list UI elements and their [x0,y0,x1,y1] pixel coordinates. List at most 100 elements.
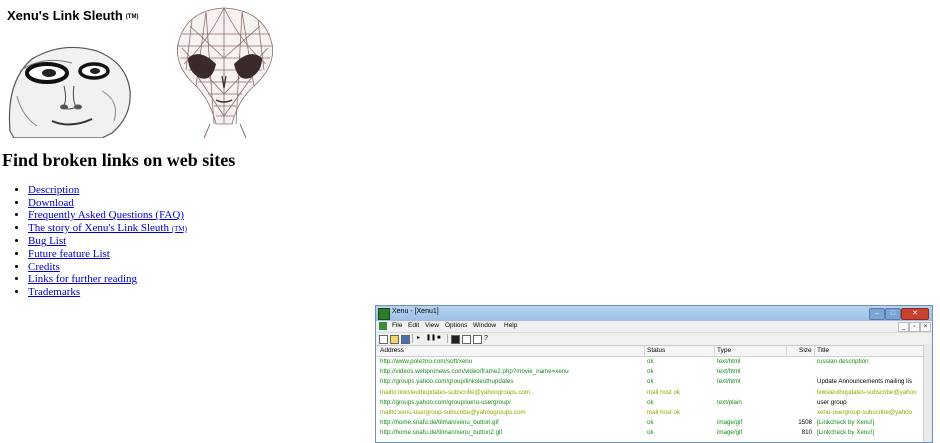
cell-address: http://groups.yahoo.com/group/linksleuth… [380,378,514,386]
nav-link-trademarks[interactable]: Trademarks [28,286,80,298]
cell-status: ok [647,378,654,386]
alien-wireframe-icon [177,7,273,138]
table-row: mailto:xenu-usergroup-subscribe@yahoogro… [376,408,932,418]
menu-options: Options [445,322,468,329]
cell-address: http://www.polezno.com/soft/xenu [380,358,473,365]
nav-link-download[interactable]: Download [28,197,74,209]
cell-size: 810 [801,429,812,437]
cell-address: http://home.snafu.de/tilman/xenu_button2… [380,429,503,437]
grid-header: Address Status Type Size Title [376,346,932,357]
mdi-minimize-icon: _ [898,322,909,332]
logo-trademark: (TM) [125,13,139,20]
nav-link-future-features[interactable]: Future feature List [28,248,110,260]
window-title: Xenu - [Xenu1] [392,308,439,315]
save-icon [401,335,410,344]
list-item: Frequently Asked Questions (FAQ) [28,209,187,222]
cell-type: image/gif [717,429,743,437]
minimize-icon: – [869,308,885,320]
close-icon: ✕ [901,308,929,320]
cell-title: [Linkcheck by Xenu!] [817,429,875,437]
cell-address: mailto:linksleuthupdates-subscribe@yahoo… [380,388,531,396]
help-icon: ? [484,335,488,342]
list-item: Trademarks [28,286,187,299]
cell-status: ok [647,419,654,427]
column-divider [814,346,815,356]
toolbar-separator [447,334,448,343]
window-titlebar: Xenu - [Xenu1] – □ ✕ [376,306,932,321]
open-folder-icon [390,335,399,344]
grid-body: http://www.polezno.com/soft/xenu ok text/h… [376,357,932,439]
nav-list: Description Download Frequently Asked Qu… [10,184,187,298]
page-headline: Find broken links on web sites [2,150,236,170]
list-item: Future feature List [28,248,187,261]
nav-link-story[interactable]: The story of Xenu's Link Sleuth (TM) [28,222,187,234]
cell-type: text/plain [717,398,742,406]
column-header-size: Size [799,347,812,354]
cell-status: ok [647,429,654,437]
column-header-title: Title [817,347,830,354]
cell-status: ok [647,368,654,376]
column-header-address: Address [380,347,404,354]
menu-edit: Edit [408,322,420,329]
table-row: http://home.snafu.de/tilman/xenu_button.… [376,418,932,428]
cell-address: mailto:xenu-usergroup-subscribe@yahoogro… [380,408,526,416]
column-header-type: Type [717,347,732,354]
cell-title: user group [817,398,847,406]
nav-link-story-label: The story of Xenu's Link Sleuth [28,221,169,234]
cell-status: ok [647,358,654,365]
nav-link-credits[interactable]: Credits [28,261,60,273]
menu-file: File [392,322,403,329]
menu-window: Window [473,322,497,329]
cell-title: [Linkcheck by Xenu!] [817,419,875,427]
table-row: mailto:linksleuthupdates-subscribe@yahoo… [376,388,932,398]
list-item: Links for further reading [28,273,187,286]
nav-link-faq[interactable]: Frequently Asked Questions (FAQ) [28,209,184,221]
logo-title-text: Xenu's Link Sleuth [7,8,123,23]
table-row: http://groups.yahoo.com/group/xenu-userg… [376,398,932,408]
nav-link-description[interactable]: Description [28,184,79,196]
table-row: http://videos.webpronews.com/video/frame… [376,367,932,377]
cell-size: 1508 [798,419,812,427]
table-row: http://home.snafu.de/tilman/xenu_button2… [376,428,932,438]
cell-title: russian description [817,358,869,365]
stop-icon: ■ [437,335,441,341]
cell-address: http://home.snafu.de/tilman/xenu_button.… [380,419,499,427]
xenu-app-icon [378,308,390,320]
cell-address: http://groups.yahoo.com/group/xenu-userg… [380,398,511,406]
cell-title: Update Announcements mailing lis [817,378,912,386]
menu-view: View [425,322,439,329]
alien-photo-icon [2,41,148,138]
logo-title: Xenu's Link Sleuth (TM) [7,8,138,23]
pause-icon: ❚❚ [426,335,437,341]
cell-title: linksleuthupdates-subscribe@yahoo [817,388,917,396]
nav-link-bug-list[interactable]: Bug List [28,235,66,247]
cell-type: image/gif [717,419,743,427]
maximize-icon: □ [885,308,901,320]
xenu-screenshot-window: Xenu - [Xenu1] – □ ✕ File Edit View Opti… [375,305,933,443]
properties-icon [473,335,482,344]
document-icon [379,322,387,330]
mdi-close-icon: × [920,322,931,332]
toolbar-separator [412,334,413,343]
cell-title: xenu-usergroup-subscribe@yahoo [817,408,913,416]
column-divider [714,346,715,356]
new-file-icon [379,335,388,344]
list-item: Credits [28,261,187,274]
play-icon: ▸ [417,335,421,341]
nav-link-further-reading[interactable]: Links for further reading [28,273,137,285]
copy-icon [462,335,471,344]
menu-help: Help [504,322,518,329]
cell-status: mail host ok [647,408,681,416]
column-divider [786,346,787,356]
cell-type: text/html [717,368,741,376]
find-binoculars-icon [451,335,460,344]
nav-link-story-tm: (TM) [171,224,187,233]
list-item: The story of Xenu's Link Sleuth (TM) [28,222,187,236]
list-item: Download [28,197,187,210]
vertical-scrollbar [923,344,932,442]
list-item: Bug List [28,235,187,248]
cell-status: ok [647,398,654,406]
table-row: http://www.polezno.com/soft/xenu ok text/h… [376,357,932,367]
list-item: Description [28,184,187,197]
cell-address: http://videos.webpronews.com/video/frame… [380,368,569,376]
